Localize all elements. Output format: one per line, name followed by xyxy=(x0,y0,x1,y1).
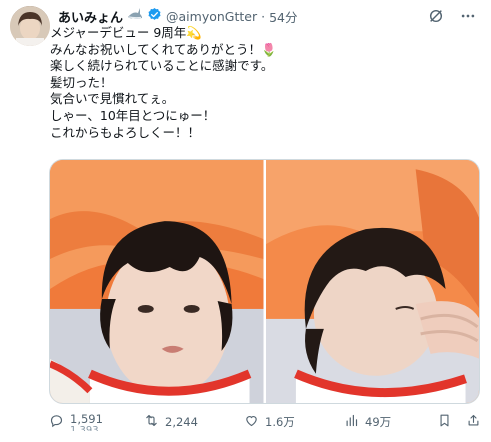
tweet-line: みんなお祝いしてくれてありがとう！🌷 xyxy=(50,41,277,57)
tweet-line: メジャーデビュー 9周年💫 xyxy=(50,25,202,40)
media-grid xyxy=(49,159,480,404)
grok-icon[interactable] xyxy=(427,7,445,25)
separator-dot: · xyxy=(261,8,266,24)
retweet-button[interactable]: 2,244 xyxy=(144,413,244,431)
bookmark-button[interactable] xyxy=(437,413,452,431)
tweet-header: あいみょん @aimyonGtter · 54分 xyxy=(58,6,477,26)
tweet-card: あいみょん @aimyonGtter · 54分 メジャーデビュー 9周年💫 み… xyxy=(0,0,491,442)
photo-right[interactable] xyxy=(265,160,479,403)
bookmark-icon xyxy=(437,413,452,431)
verified-badge-icon xyxy=(147,7,162,26)
heart-icon xyxy=(244,413,259,431)
bar-chart-icon xyxy=(344,413,359,431)
shark-emoji-icon xyxy=(127,7,143,25)
tweet-actions: 1,591 1,393 2,244 1.6万 49万 xyxy=(49,410,481,434)
retweet-icon xyxy=(144,413,159,431)
reply-count: 1,591 xyxy=(70,411,103,426)
timestamp[interactable]: 54分 xyxy=(269,7,297,26)
tweet-line: これからもよろしくー！！ xyxy=(50,124,201,140)
reply-icon xyxy=(49,413,64,431)
views-button[interactable]: 49万 xyxy=(344,413,429,431)
handle[interactable]: @aimyonGtter xyxy=(166,9,257,24)
reply-button[interactable]: 1,591 1,393 xyxy=(49,413,144,431)
display-name[interactable]: あいみょん xyxy=(58,7,123,26)
more-options-icon[interactable] xyxy=(459,7,477,25)
tweet-line: 髪切った！ xyxy=(50,74,113,90)
tweet-line: しゃー、10年目とつにゅー！ xyxy=(50,107,216,123)
avatar[interactable] xyxy=(10,6,50,46)
reply-count-next: 1,393 xyxy=(70,424,99,431)
retweet-count: 2,244 xyxy=(165,415,198,429)
like-count: 1.6万 xyxy=(265,415,295,429)
view-count: 49万 xyxy=(365,415,392,429)
photo-left[interactable] xyxy=(50,160,264,403)
like-button[interactable]: 1.6万 xyxy=(244,413,344,431)
share-icon xyxy=(466,413,481,431)
reply-count-group: 1,591 1,393 xyxy=(70,411,103,431)
tweet-line: 楽しく続けられていることに感謝です。 xyxy=(50,58,274,74)
tweet-text: メジャーデビュー 9周年💫 みんなお祝いしてくれてありがとう！🌷 楽しく続けられ… xyxy=(50,25,470,141)
share-button[interactable] xyxy=(466,413,481,431)
tweet-line: 気合いで見慣れてぇ。 xyxy=(50,91,175,107)
